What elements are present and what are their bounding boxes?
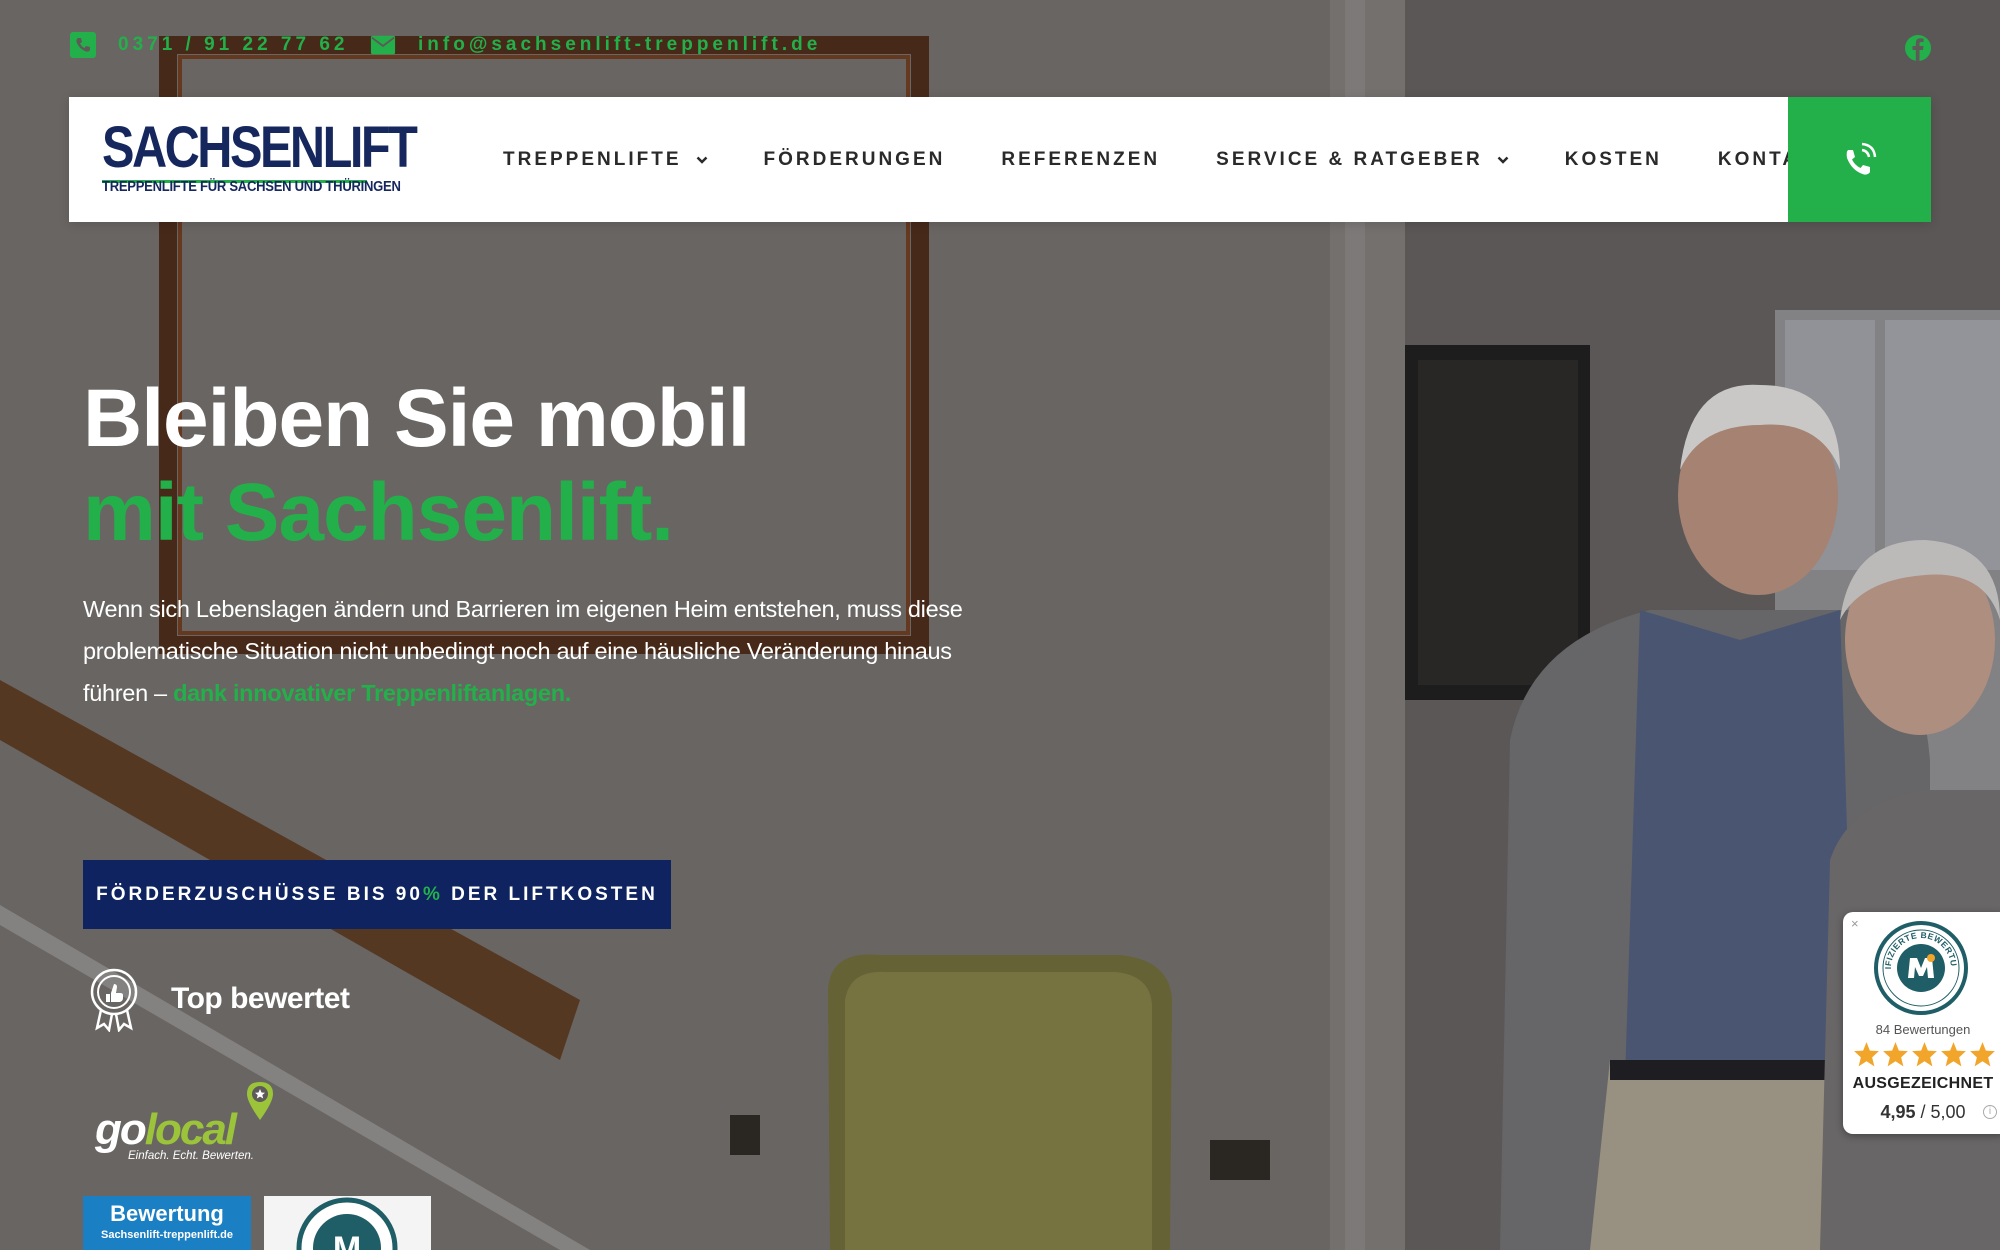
- rating-score-max: / 5,00: [1915, 1102, 1966, 1122]
- phone-icon: [70, 32, 96, 58]
- certified-reviews-seal-icon: ZERTIFIZIERTE BEWERTUNGEN: [1873, 920, 1968, 1015]
- hero-title-line1: Bleiben Sie mobil: [83, 373, 750, 464]
- facebook-icon[interactable]: [1904, 34, 1932, 62]
- cta-text-after: DER LIFTKOSTEN: [442, 883, 658, 905]
- award-thumbs-up-icon: [90, 968, 138, 1032]
- nav-item-treppenlifte[interactable]: TREPPENLIFTE: [503, 149, 708, 171]
- hero-title-line2: mit Sachsenlift.: [83, 467, 674, 558]
- award-label: AUSGEZEICHNET: [1852, 1075, 1994, 1092]
- nav-item-label: REFERENZEN: [1001, 148, 1161, 170]
- golocal-logo-text: golocal: [95, 1105, 237, 1155]
- site-header: SACHSENLIFT TREPPENLIFTE FÜR SACHSEN UND…: [69, 97, 1931, 222]
- golocal-tagline: Einfach. Echt. Bewerten.: [128, 1150, 254, 1162]
- top-rated-label: Top bewertet: [171, 982, 350, 1015]
- star-icon: [1854, 1042, 1879, 1067]
- nav-item-referenzen[interactable]: REFERENZEN: [1001, 149, 1160, 171]
- nav-item-label: TREPPENLIFTE: [503, 148, 682, 170]
- logo-tagline: TREPPENLIFTE FÜR SACHSEN UND THÜRINGEN: [102, 179, 401, 195]
- logo-name: SACHSENLIFT: [102, 115, 418, 180]
- golocal-badge[interactable]: golocal Einfach. Echt. Bewerten.: [95, 1075, 285, 1165]
- site-logo[interactable]: SACHSENLIFT TREPPENLIFTE FÜR SACHSEN UND…: [102, 115, 418, 199]
- star-icon: [1912, 1042, 1937, 1067]
- golocal-local: local: [144, 1105, 237, 1154]
- bewertung-badge[interactable]: Bewertung Sachsenlift-treppenlift.de: [83, 1196, 251, 1250]
- certified-reviews-badge[interactable]: M: [264, 1196, 431, 1250]
- top-rated-label-group: Top bewertet: [87, 966, 350, 1032]
- main-navigation: TREPPENLIFTE FÖRDERUNGEN REFERENZEN SERV…: [503, 97, 1886, 222]
- nav-item-label: FÖRDERUNGEN: [763, 148, 946, 170]
- top-contact-bar: 0371 / 91 22 77 62 info@sachsenlift-trep…: [0, 0, 2000, 96]
- chevron-down-icon: [696, 156, 707, 164]
- widget-close-button[interactable]: ×: [1851, 916, 1859, 931]
- golocal-go: go: [95, 1105, 147, 1154]
- nav-item-service-ratgeber[interactable]: SERVICE & RATGEBER: [1216, 149, 1509, 171]
- rating-widget[interactable]: × ZERTIFIZIERTE BEWERTUNGEN 84 Bewertung…: [1843, 912, 2000, 1134]
- rating-score: 4,95 / 5,00: [1843, 1102, 2000, 1123]
- star-rating: [1853, 1041, 1996, 1068]
- info-icon[interactable]: i: [1983, 1105, 1997, 1119]
- phone-ringing-icon: [1846, 142, 1876, 175]
- funding-cta-button[interactable]: FÖRDERZUSCHÜSSE BIS 90% DER LIFTKOSTEN: [83, 860, 671, 929]
- rating-score-value: 4,95: [1880, 1102, 1916, 1122]
- bewertung-badge-site: Sachsenlift-treppenlift.de: [100, 1229, 234, 1241]
- nav-item-kosten[interactable]: KOSTEN: [1565, 149, 1662, 171]
- topbar-email-text: info@sachsenlift-treppenlift.de: [418, 34, 822, 55]
- envelope-icon: [370, 32, 396, 58]
- cta-text-before: FÖRDERZUSCHÜSSE BIS 90: [96, 883, 423, 905]
- topbar-phone-text: 0371 / 91 22 77 62: [118, 34, 349, 55]
- nav-item-label: KOSTEN: [1564, 148, 1662, 170]
- hero-description-highlight: dank innovativer Treppenliftanlagen.: [173, 680, 571, 706]
- star-icon: [1941, 1042, 1966, 1067]
- review-count: 84 Bewertungen: [1875, 1022, 1971, 1037]
- hero-description: Wenn sich Lebenslagen ändern und Barrier…: [83, 588, 983, 714]
- chevron-down-icon: [1497, 156, 1509, 164]
- topbar-email-link[interactable]: info@sachsenlift-treppenlift.de: [370, 32, 821, 58]
- nav-item-label: SERVICE & RATGEBER: [1216, 148, 1483, 170]
- star-icon: [1883, 1042, 1908, 1067]
- svg-text:M: M: [333, 1230, 361, 1250]
- nav-item-foerderungen[interactable]: FÖRDERUNGEN: [764, 149, 946, 171]
- call-button[interactable]: [1788, 97, 1931, 222]
- certified-seal-icon: M: [296, 1197, 398, 1250]
- star-icon: [1970, 1042, 1995, 1067]
- bewertung-badge-title: Bewertung: [110, 1201, 224, 1226]
- map-pin-star-icon: [247, 1082, 273, 1120]
- topbar-phone-link[interactable]: 0371 / 91 22 77 62: [70, 32, 348, 58]
- cta-percent: %: [422, 883, 443, 905]
